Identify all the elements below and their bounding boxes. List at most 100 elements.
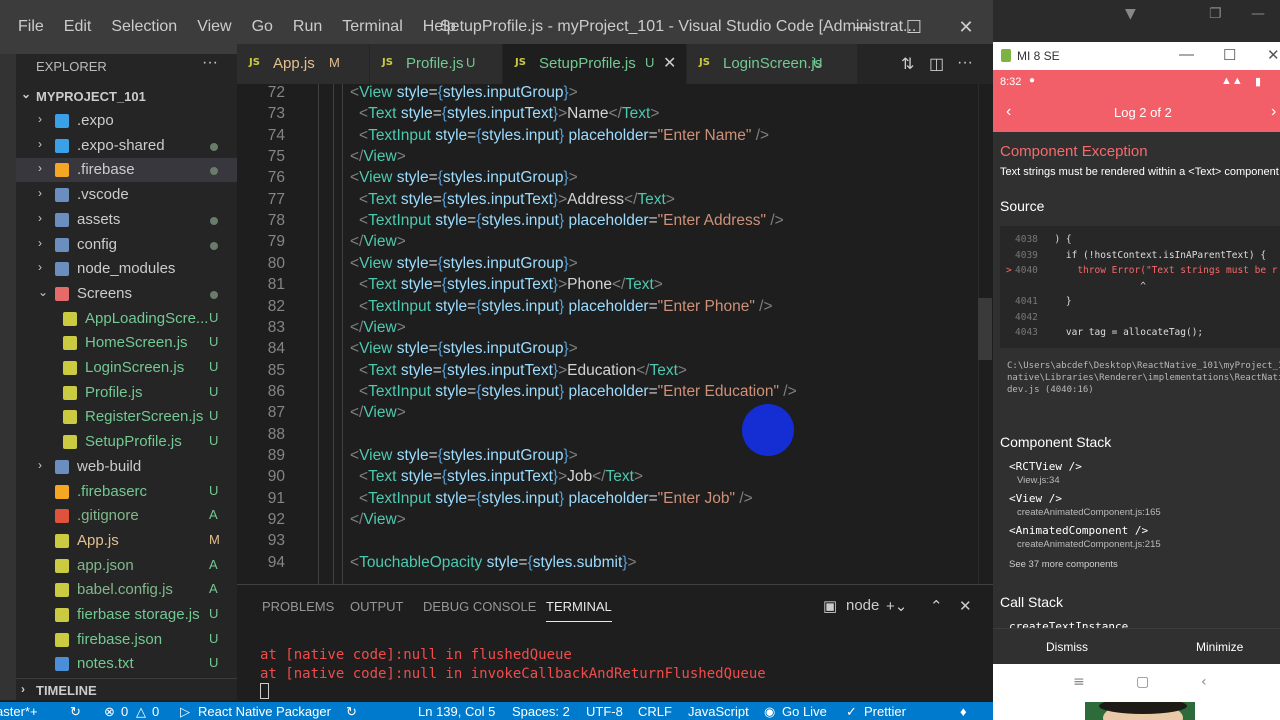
bell-icon[interactable]: ♦ <box>960 704 967 719</box>
more-actions-icon[interactable]: ··· <box>202 54 218 72</box>
tree-item[interactable]: › .vscode <box>16 183 237 207</box>
restore-icon[interactable]: ❐ <box>1209 6 1222 22</box>
source-line-code: throw Error("Text strings must be r <box>1043 265 1278 276</box>
close-tab-icon[interactable]: ✕ <box>663 53 676 73</box>
panel-tab-problems[interactable]: PROBLEMS <box>262 599 334 614</box>
split-editor-icon[interactable]: ◫ <box>929 54 944 74</box>
stack-frame-name[interactable]: <RCTView /> <box>1009 460 1082 473</box>
minimize-button[interactable]: Minimize <box>1196 640 1243 654</box>
menu-file[interactable]: File <box>8 18 54 36</box>
tree-item[interactable]: SetupProfile.js U <box>16 430 237 454</box>
sync-icon[interactable]: ↻ <box>70 704 81 720</box>
redbox-body: Component Exception Text strings must be… <box>993 132 1280 628</box>
panel-tab-debug-console[interactable]: DEBUG CONSOLE <box>423 599 536 614</box>
cursor-position[interactable]: Ln 139, Col 5 <box>418 704 495 719</box>
previous-log-button[interactable]: ‹ <box>1006 103 1011 121</box>
minimize-window-button[interactable]: — <box>1179 46 1194 63</box>
next-log-button[interactable]: › <box>1271 103 1276 121</box>
menu-run[interactable]: Run <box>283 18 332 36</box>
more-actions-icon[interactable]: ··· <box>957 54 973 72</box>
back-icon[interactable]: ‹ <box>1201 674 1207 690</box>
tree-item[interactable]: › .firebase <box>16 158 237 183</box>
eol-setting[interactable]: CRLF <box>638 704 672 719</box>
tree-item[interactable]: firebase.json U <box>16 628 237 652</box>
chevron-right-icon: › <box>38 161 42 176</box>
close-window-button[interactable]: ✕ <box>1267 46 1280 64</box>
code-token: styles.inputGroup <box>442 254 564 272</box>
stack-frame-name[interactable]: <View /> <box>1009 492 1062 505</box>
tree-item[interactable]: babel.config.js A <box>16 578 237 602</box>
packager-status[interactable]: React Native Packager <box>198 704 331 719</box>
call-stack-frame[interactable]: createTextInstance <box>1009 620 1128 628</box>
tree-item[interactable]: › .expo-shared <box>16 134 237 158</box>
tree-item[interactable]: App.js M <box>16 529 237 553</box>
branch-status[interactable]: aster*+ <box>0 704 38 719</box>
tree-item[interactable]: ⌄ Screens <box>16 282 237 306</box>
more-components-link[interactable]: See 37 more components <box>1009 559 1118 570</box>
tab-loginscreen-js[interactable]: JS LoginScreen.js U <box>687 44 857 84</box>
notification-icon: ● <box>1029 75 1036 86</box>
source-path[interactable]: C:\Users\abcdef\Desktop\ReactNative_101\… <box>1007 360 1280 396</box>
maximize-panel-icon[interactable]: ⌃ <box>930 597 943 615</box>
go-live-button[interactable]: Go Live <box>782 704 827 719</box>
tree-item[interactable]: RegisterScreen.js U <box>16 405 237 429</box>
tree-item[interactable]: › assets <box>16 208 237 232</box>
tree-item[interactable]: HomeScreen.js U <box>16 331 237 355</box>
language-mode[interactable]: JavaScript <box>688 704 749 719</box>
minimize-icon[interactable]: — <box>1251 6 1265 22</box>
code-token: View <box>363 148 397 166</box>
error-icon[interactable]: ⊗ <box>104 704 115 720</box>
code-token: Text <box>368 468 397 486</box>
close-panel-icon[interactable]: ✕ <box>959 597 972 615</box>
panel-tab-output[interactable]: OUTPUT <box>350 599 403 614</box>
tab-profile-js[interactable]: JS Profile.js U <box>370 44 502 84</box>
status-bar: aster*+ ↻ ⊗ 0 △ 0 ▷ React Native Package… <box>0 702 993 720</box>
maximize-window-button[interactable]: ☐ <box>1223 46 1236 64</box>
code-token: style <box>435 382 468 400</box>
timeline-section[interactable]: › TIMELINE <box>16 678 237 700</box>
tree-item[interactable]: › node_modules <box>16 257 237 281</box>
project-folder[interactable]: ⌄ MYPROJECT_101 <box>16 86 237 108</box>
tree-item[interactable]: › config <box>16 233 237 257</box>
tree-item[interactable]: app.json A <box>16 554 237 578</box>
dismiss-button[interactable]: Dismiss <box>1046 640 1088 654</box>
tree-item[interactable]: LoginScreen.js U <box>16 356 237 380</box>
menu-terminal[interactable]: Terminal <box>332 18 412 36</box>
tree-item[interactable]: .firebaserc U <box>16 480 237 504</box>
encoding-setting[interactable]: UTF-8 <box>586 704 623 719</box>
tree-item[interactable]: .gitignore A <box>16 504 237 528</box>
menu-view[interactable]: View <box>187 18 241 36</box>
chevron-down-icon[interactable]: ▼ <box>1125 6 1136 22</box>
terminal-name[interactable]: node <box>846 597 879 614</box>
error-count[interactable]: 0 <box>121 704 128 719</box>
prettier-status[interactable]: Prettier <box>864 704 906 719</box>
tree-item[interactable]: notes.txt U <box>16 652 237 676</box>
tree-item[interactable]: fierbase storage.js U <box>16 603 237 627</box>
stack-frame-name[interactable]: <AnimatedComponent /> <box>1009 524 1148 537</box>
indent-setting[interactable]: Spaces: 2 <box>512 704 570 719</box>
tab-setupprofile-js[interactable]: JS SetupProfile.js U ✕ <box>503 44 686 84</box>
warning-count[interactable]: 0 <box>152 704 159 719</box>
refresh-icon[interactable]: ↻ <box>346 704 357 720</box>
tab-app-js[interactable]: JS App.js M <box>237 44 369 84</box>
menu-go[interactable]: Go <box>242 18 283 36</box>
tree-item[interactable]: › .expo <box>16 109 237 133</box>
source-code-box[interactable]: 4038 ) {4039 if (!hostContext.isInAParen… <box>1000 226 1280 348</box>
new-terminal-button[interactable]: +⌄ <box>886 597 907 615</box>
tree-item[interactable]: › web-build <box>16 455 237 479</box>
home-icon[interactable]: ▢ <box>1136 674 1149 690</box>
tree-item[interactable]: AppLoadingScre... U <box>16 307 237 331</box>
tree-item[interactable]: Profile.js U <box>16 381 237 405</box>
panel-tab-terminal[interactable]: TERMINAL <box>546 599 612 622</box>
code-editor[interactable]: 72 <View style={styles.inputGroup}> 73 <Tex… <box>237 84 993 584</box>
code-line: 93 <box>237 532 993 553</box>
compare-changes-icon[interactable]: ⇅ <box>901 54 914 74</box>
js-file-icon: JS <box>515 57 526 68</box>
menu-icon[interactable]: ≡ <box>1073 674 1085 690</box>
source-line-code: var tag = allocateTag(); <box>1043 327 1204 338</box>
warning-icon[interactable]: △ <box>136 704 146 720</box>
source-line-number: 4038 <box>1015 234 1038 245</box>
menu-edit[interactable]: Edit <box>54 18 102 36</box>
menu-selection[interactable]: Selection <box>101 18 187 36</box>
scrollbar-thumb[interactable] <box>978 298 992 360</box>
